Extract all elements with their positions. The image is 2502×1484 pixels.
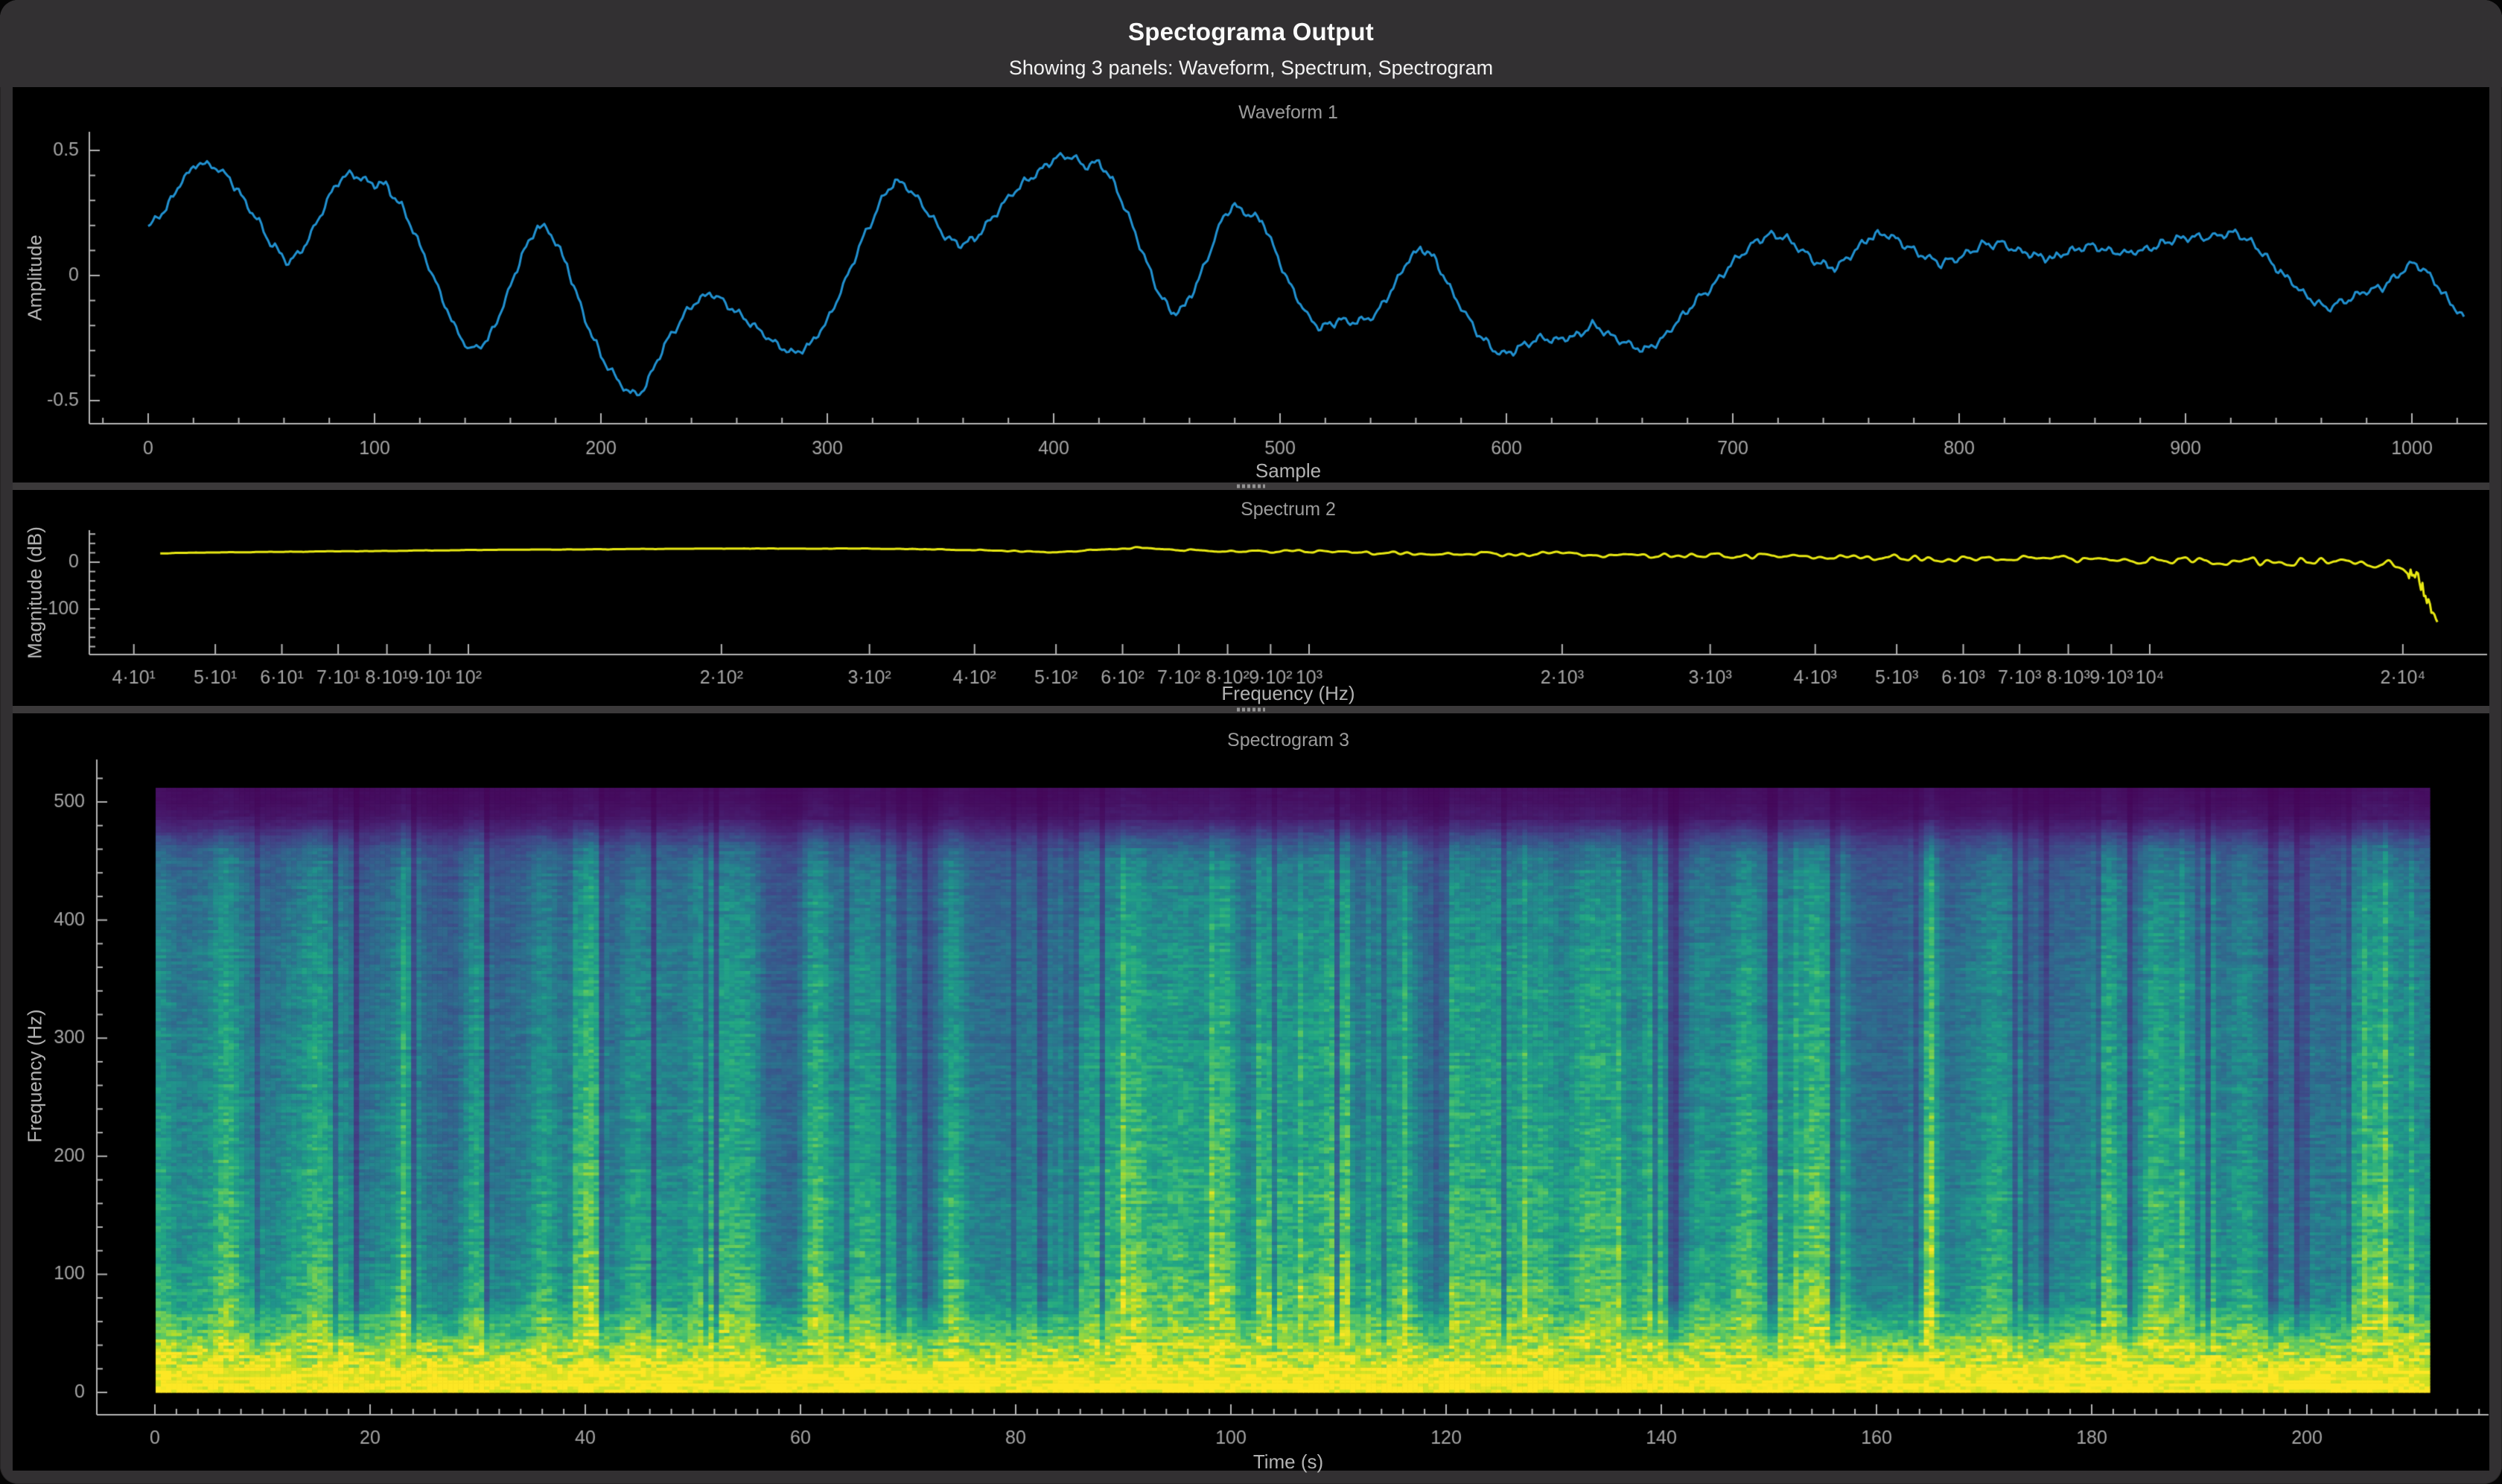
app-title: Spectograma Output — [0, 18, 2502, 46]
splitter-handle-icon — [1237, 708, 1265, 712]
spectrogram-plot-canvas[interactable] — [13, 713, 2489, 1471]
spectrogram-panel: Spectrogram 3 Time (s) Frequency (Hz) — [13, 713, 2489, 1471]
splitter-handle-icon — [1237, 485, 1265, 488]
app-subtitle: Showing 3 panels: Waveform, Spectrum, Sp… — [0, 57, 2502, 80]
waveform-x-axis-label: Sample — [1255, 459, 1321, 483]
waveform-panel: Waveform 1 Sample Amplitude — [13, 87, 2489, 483]
waveform-plot-canvas[interactable] — [13, 87, 2489, 483]
waveform-title: Waveform 1 — [1238, 102, 1338, 124]
spectrogram-x-axis-label: Time (s) — [1253, 1450, 1323, 1474]
panel-splitter-2[interactable] — [13, 706, 2489, 713]
spectrum-y-axis-label: Magnitude (dB) — [24, 526, 47, 659]
panel-splitter-1[interactable] — [13, 483, 2489, 490]
app-window: Spectograma Output Showing 3 panels: Wav… — [0, 0, 2502, 1484]
spectrum-plot-canvas[interactable] — [13, 490, 2489, 706]
spectrogram-title: Spectrogram 3 — [1227, 730, 1349, 751]
spectrum-panel: Spectrum 2 Frequency (Hz) Magnitude (dB) — [13, 490, 2489, 706]
waveform-y-axis-label: Amplitude — [24, 235, 47, 321]
spectrum-title: Spectrum 2 — [1241, 499, 1336, 520]
spectrum-x-axis-label: Frequency (Hz) — [1221, 682, 1355, 705]
header: Spectograma Output Showing 3 panels: Wav… — [0, 0, 2502, 87]
spectrogram-y-axis-label: Frequency (Hz) — [24, 1009, 47, 1142]
